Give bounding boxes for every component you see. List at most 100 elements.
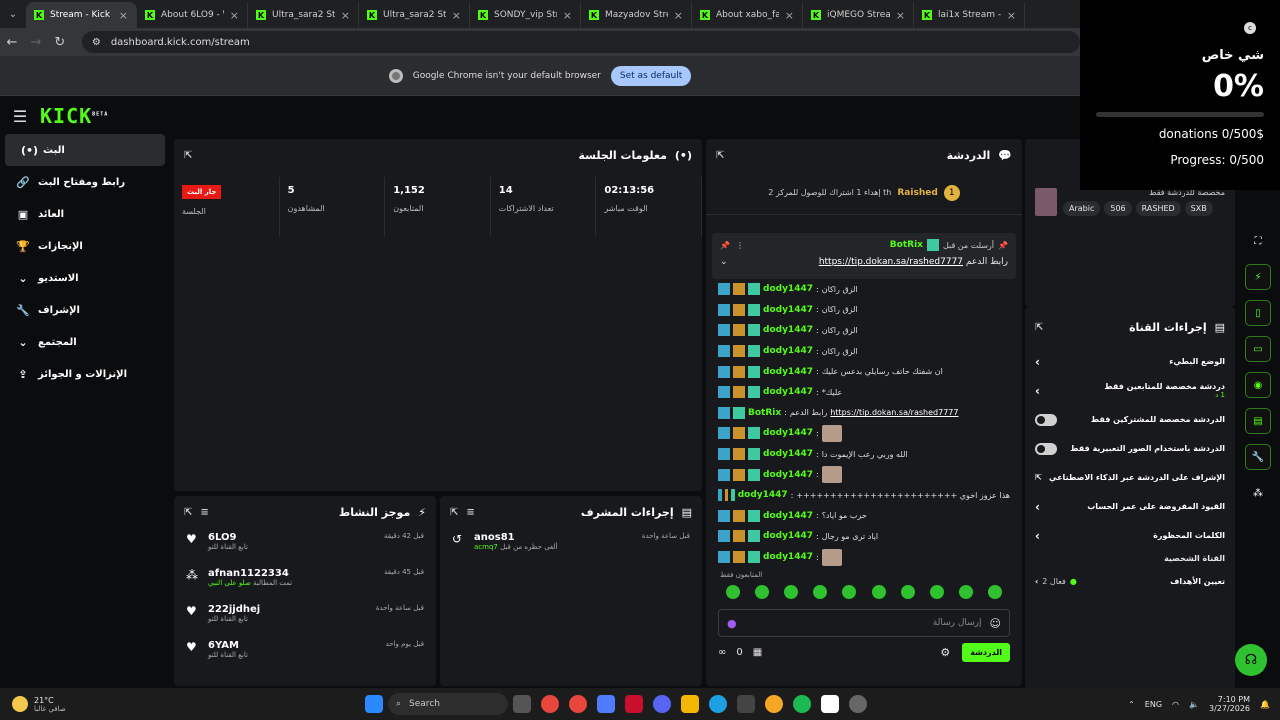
goal-user[interactable]: Raished (897, 188, 937, 198)
toggle-switch[interactable] (1035, 413, 1057, 426)
chat-username[interactable]: dody1447 (763, 428, 813, 438)
browser-tab[interactable]: K Ultra_sara2 Stream × (359, 2, 470, 28)
chat-username[interactable]: dody1447 (763, 531, 813, 541)
channel-action[interactable]: الدردشة مخصصة للمشتركين فقط (1025, 405, 1235, 434)
sidebar-item[interactable]: 🏆 الإنجازات (0, 230, 170, 262)
wifi-icon[interactable]: ◠ (1172, 700, 1179, 709)
close-icon[interactable]: × (785, 9, 794, 22)
emote-icon[interactable] (842, 585, 857, 600)
browser-tab[interactable]: Klai1x Stream - Wa × (914, 2, 1025, 28)
clipboard-icon[interactable]: ▤ (1245, 408, 1271, 434)
chrome-app-icon[interactable] (541, 695, 559, 713)
edge-icon[interactable] (709, 695, 727, 713)
chat-username[interactable]: dody1447 (763, 346, 813, 356)
chat-username[interactable]: dody1447 (763, 511, 813, 521)
channel-action[interactable]: الكلمات المحظورة › (1025, 521, 1235, 550)
stream-tag[interactable]: RASHED (1135, 201, 1181, 216)
stream-tag[interactable]: Arabic (1063, 201, 1101, 216)
emoji-icon[interactable]: ☺ (990, 617, 1001, 630)
store-icon[interactable]: ▦ (753, 647, 762, 658)
profile-icon[interactable]: c (1244, 22, 1256, 34)
site-info-icon[interactable]: ⚙ (92, 37, 101, 48)
explorer-icon[interactable] (681, 695, 699, 713)
channel-action[interactable]: الوضع البطيء › (1025, 347, 1235, 376)
browser-tab[interactable]: K Ultra_sara2 Stream × (248, 2, 359, 28)
volume-icon[interactable]: 🔈 (1189, 700, 1199, 709)
activity-user[interactable]: 6LO9 (208, 532, 236, 543)
discord-icon[interactable] (653, 695, 671, 713)
close-icon[interactable]: × (896, 9, 905, 22)
menu-icon[interactable]: ☰ (0, 107, 40, 126)
wrench-icon[interactable]: 🔧 (1245, 444, 1271, 470)
chrome-app-icon-2[interactable] (569, 695, 587, 713)
chat-username[interactable]: dody1447 (763, 367, 813, 377)
browser-tab[interactable]: K Stream - Kick Das × (26, 2, 137, 28)
set-goals-action[interactable]: تعيين الأهداف ● فعال 2 › (1025, 567, 1235, 596)
sidebar-item[interactable]: 🔧 الإشراف (0, 294, 170, 326)
send-chat-button[interactable]: الدردشة (962, 643, 1010, 663)
support-button[interactable]: ☊ (1235, 644, 1267, 676)
pinned-user[interactable]: BotRix (890, 240, 923, 250)
mod-target[interactable]: acmq7 (474, 543, 498, 551)
filter-icon[interactable]: ≡ (466, 507, 474, 518)
chat-input-box[interactable]: ● إرسال رسالة ☺ (718, 609, 1010, 638)
close-icon[interactable]: × (452, 9, 461, 22)
pin-icon[interactable]: 📌 (720, 241, 730, 250)
clock[interactable]: 7:10 PM 3/27/2026 (1209, 695, 1250, 713)
copilot-icon[interactable] (597, 695, 615, 713)
notification-icon[interactable]: 🔔 (1260, 700, 1270, 709)
browser-tab[interactable]: K About 6LO9 - Wa × (137, 2, 248, 28)
integrations-icon[interactable]: ⁂ (1245, 480, 1271, 506)
settings-icon[interactable]: ⚙ (940, 646, 950, 659)
emote-icon[interactable] (783, 585, 798, 600)
document-icon[interactable]: ▯ (1245, 300, 1271, 326)
chat-username[interactable]: dody1447 (763, 325, 813, 335)
sidebar-item[interactable]: ▣ العائد (0, 198, 170, 230)
spotify-icon[interactable] (793, 695, 811, 713)
sidebar-item[interactable]: ⇪ الإنزالات و الجوائز (0, 358, 170, 390)
emote-icon[interactable] (959, 585, 974, 600)
emote-icon[interactable] (871, 585, 886, 600)
close-icon[interactable]: × (230, 9, 239, 22)
emote-icon[interactable] (900, 585, 915, 600)
browser-tab[interactable]: K About xabo_faleh × (692, 2, 803, 28)
sidebar-item[interactable]: ⌄ المجتمع (0, 326, 170, 358)
forward-icon[interactable]: → (24, 35, 48, 50)
channel-action[interactable]: دردشة مخصصة للمتابعين فقط 1 د › (1025, 376, 1235, 405)
set-default-button[interactable]: Set as default (610, 65, 692, 86)
weather-widget[interactable]: 21°C صافي غالبا (0, 696, 360, 713)
activity-user[interactable]: 6YAM (208, 640, 239, 651)
url-field[interactable]: ⚙ dashboard.kick.com/stream (81, 31, 1080, 53)
infinity-icon[interactable]: ∞ (718, 647, 726, 658)
popout-icon[interactable]: ⇱ (1035, 322, 1043, 333)
channel-action[interactable]: القيود المفروضة على عمر الحساب › (1025, 492, 1235, 521)
start-icon[interactable] (365, 695, 383, 713)
capcut-icon[interactable] (821, 695, 839, 713)
browser-tab[interactable]: K Mazyadov Stream × (581, 2, 692, 28)
filter-icon[interactable]: ≡ (200, 507, 208, 518)
emote-icon[interactable] (929, 585, 944, 600)
chat-username[interactable]: dody1447 (763, 284, 813, 294)
popout-icon[interactable]: ⇱ (184, 150, 192, 161)
acrobat-icon[interactable] (625, 695, 643, 713)
channel-action[interactable]: الإشراف على الدردشة عبر الذكاء الاصطناعي… (1025, 463, 1235, 492)
flash-icon[interactable]: ⚡ (1245, 264, 1271, 290)
activity-user[interactable]: 222jjdhej (208, 604, 260, 615)
chat-username[interactable]: dody1447 (763, 552, 813, 562)
browser-tab[interactable]: K SONDY_vip Strea × (470, 2, 581, 28)
emote-icon[interactable] (813, 585, 828, 600)
fullscreen-icon[interactable]: ⛶ (1245, 228, 1271, 254)
obs-icon[interactable] (849, 695, 867, 713)
popout-icon[interactable]: ⇱ (184, 507, 192, 518)
chat-link[interactable]: https://tip.dokan.sa/rashed7777 (830, 408, 958, 417)
close-icon[interactable]: × (563, 9, 572, 22)
app-icon[interactable] (765, 695, 783, 713)
store-icon[interactable] (737, 695, 755, 713)
chat-username[interactable]: dody1447 (763, 449, 813, 459)
emote-icon[interactable] (988, 585, 1003, 600)
chat-username[interactable]: dody1447 (738, 490, 788, 500)
close-icon[interactable]: × (119, 9, 128, 22)
more-icon[interactable]: ⋮ (736, 241, 744, 250)
activity-user[interactable]: afnan1122334 (208, 568, 289, 579)
chevron-down-icon[interactable]: ⌄ (720, 257, 728, 267)
